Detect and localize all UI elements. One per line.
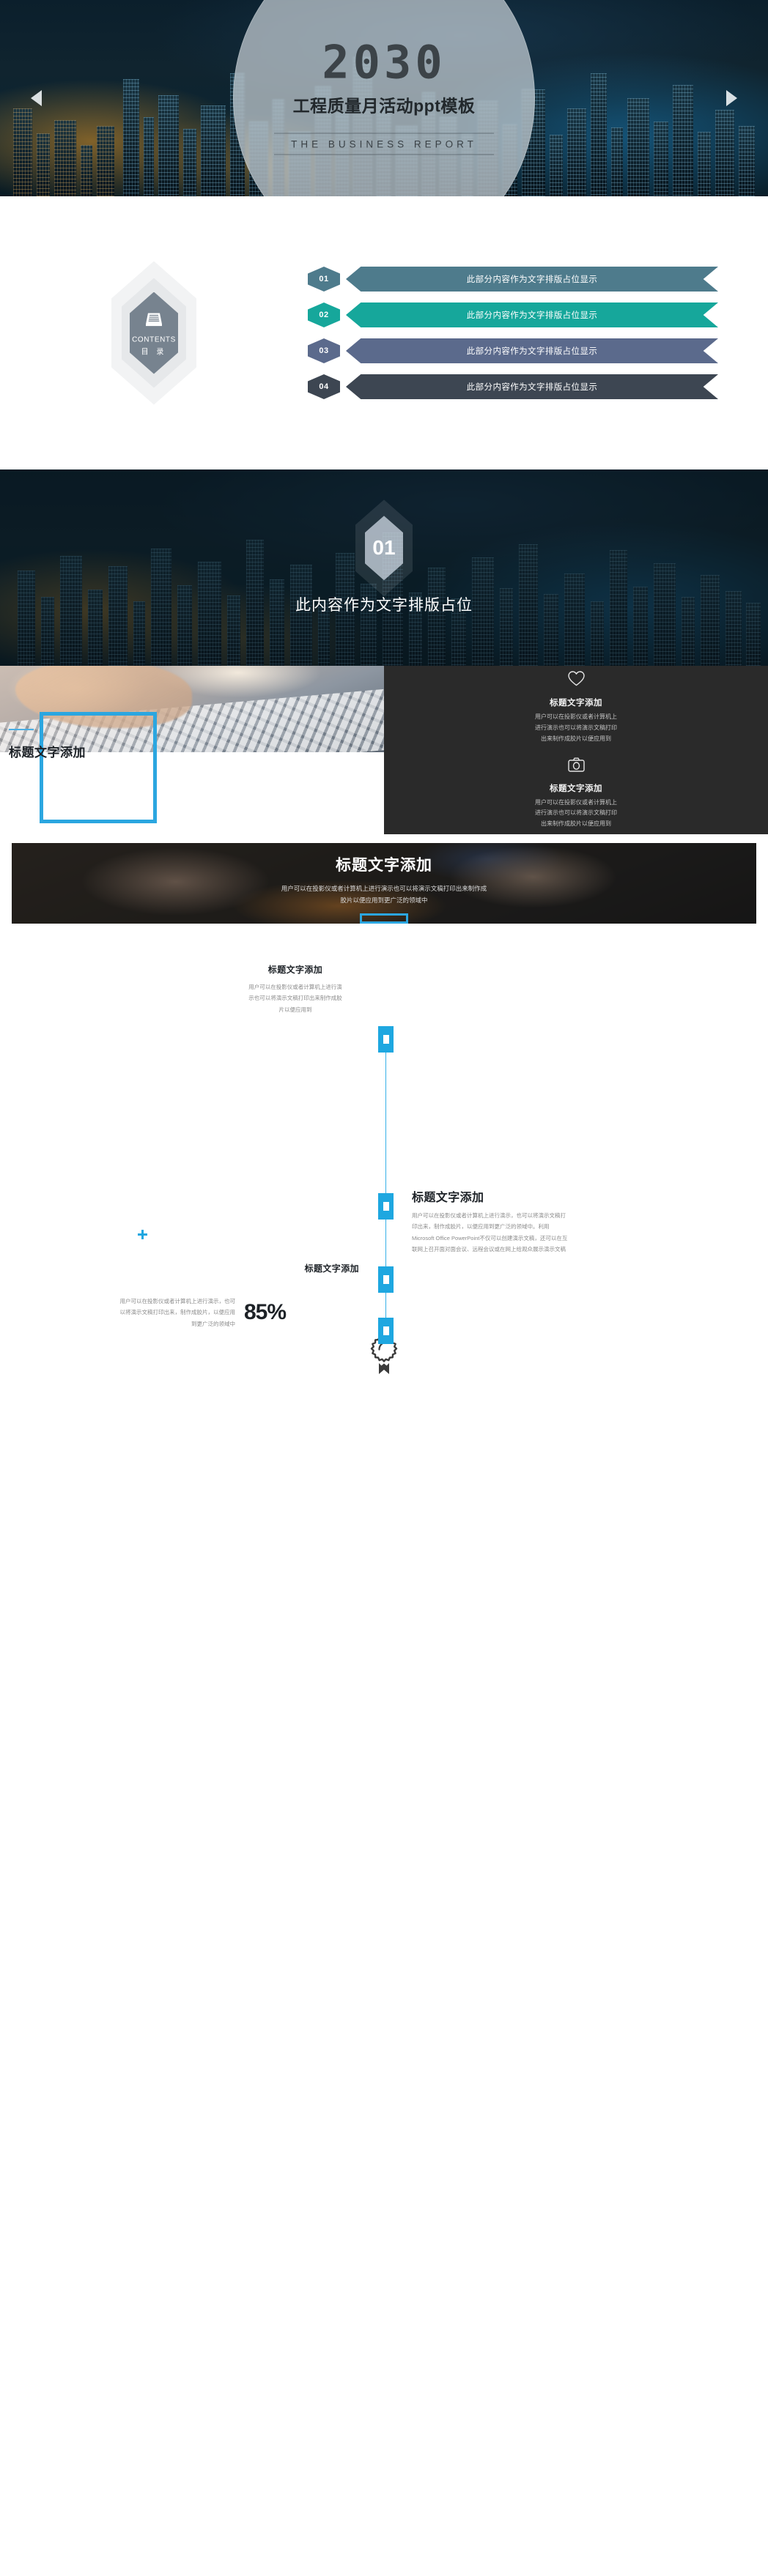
timeline-marker-2[interactable] [378,1193,394,1220]
presentation-deck: 2030 工程质量月活动ppt模板 THE BUSINESS REPORT CO… [0,0,768,1392]
cover-subtitle: THE BUSINESS REPORT [274,133,494,155]
feature-title: 标题文字添加 [550,784,602,793]
contents-badge: CONTENTS 目 录 [0,196,308,469]
cover-year: 2030 [322,35,446,89]
split-left-panel: 标题文字添加 [0,666,384,834]
blue-frame [40,712,157,823]
banner-desc: 用户可以在投影仪或者计算机上进行演示也可以将演示文稿打印出来制作成 胶片以便应用… [281,885,487,905]
timeline-entry-2: 标题文字添加 用户可以在投影仪或者计算机上进行演示，也可以将演示文稿打 印出来，… [412,1187,695,1255]
timeline-entry-desc: 用户可以在投影仪或者计算机上进行演示，也可 以将演示文稿打印出来，制作成胶片，以… [119,1298,235,1327]
timeline-entry-3-title: 标题文字添加 [220,1262,359,1274]
timeline-entry-desc: 用户可以在投影仪或者计算机上进行演示，也可以将演示文稿打 印出来，制作成胶片，以… [412,1212,568,1253]
contents-list: 01 此部分内容作为文字排版占位显示 02 此部分内容作为文字排版占位显示 03… [308,267,718,399]
timeline-entry-title: 标题文字添加 [304,1263,359,1274]
contents-item-number: 01 [308,267,340,292]
cover-text-block: 2030 工程质量月活动ppt模板 THE BUSINESS REPORT [230,35,538,155]
banner-top-spacer [0,834,768,843]
contents-item-number: 03 [308,338,340,363]
contents-item-02[interactable]: 02 此部分内容作为文字排版占位显示 [308,302,718,327]
contents-item-label: 此部分内容作为文字排版占位显示 [346,267,718,292]
slide-section-divider: 01 此内容作为文字排版占位 [0,469,768,666]
contents-item-label: 此部分内容作为文字排版占位显示 [346,374,718,399]
timeline-entry-title: 标题文字添加 [267,965,323,975]
timeline-entry-title: 标题文字添加 [412,1192,484,1204]
contents-item-label: 此部分内容作为文字排版占位显示 [346,338,718,363]
contents-label-en: CONTENTS [132,335,176,344]
slide-split-feature: 标题文字添加 标题文字添加 用户可以在投影仪或者计算机上 进行演示也可以将演示文… [0,666,768,834]
contents-item-label: 此部分内容作为文字排版占位显示 [346,302,718,327]
split-right-panel: 标题文字添加 用户可以在投影仪或者计算机上 进行演示也可以将演示文稿打印 出来制… [384,666,768,834]
frame-accent-dash [9,729,34,730]
cover-title: 工程质量月活动ppt模板 [292,96,476,116]
timeline-entry-1: 标题文字添加 用户可以在投影仪或者计算机上进行演 示也可以将演示文稿打印出来制作… [220,963,371,1015]
banner-title: 标题文字添加 [336,857,432,874]
camera-icon [455,757,697,776]
contents-item-04[interactable]: 04 此部分内容作为文字排版占位显示 [308,374,718,399]
timeline-marker-1[interactable] [378,1026,394,1053]
section-number: 01 [372,536,396,560]
contents-label-cn: 目 录 [141,348,167,356]
slide-banner: 标题文字添加 用户可以在投影仪或者计算机上进行演示也可以将演示文稿打印出来制作成… [12,843,756,924]
slide-cover: 2030 工程质量月活动ppt模板 THE BUSINESS REPORT [0,0,768,196]
triangle-right-icon[interactable] [726,90,737,106]
banner-content: 标题文字添加 用户可以在投影仪或者计算机上进行演示也可以将演示文稿打印出来制作成… [12,843,756,924]
contents-core: CONTENTS 目 录 [121,310,187,356]
timeline-stat-value: 85% [243,1300,287,1325]
feature-desc: 用户可以在投影仪或者计算机上 进行演示也可以将演示文稿打印 出来制作成胶片以便应… [535,713,617,742]
timeline-marker-4[interactable] [378,1318,394,1344]
contents-item-03[interactable]: 03 此部分内容作为文字排版占位显示 [308,338,718,363]
contents-item-01[interactable]: 01 此部分内容作为文字排版占位显示 [308,267,718,292]
heart-icon [455,670,697,691]
slide-contents: CONTENTS 目 录 01 此部分内容作为文字排版占位显示 02 此部分内容… [0,196,768,469]
timeline-marker-3[interactable] [378,1266,394,1293]
plus-icon [138,1230,147,1239]
timeline-entry-3: 用户可以在投影仪或者计算机上进行演示，也可 以将演示文稿打印出来，制作成胶片，以… [66,1296,287,1329]
feature-desc: 用户可以在投影仪或者计算机上 进行演示也可以将演示文稿打印 出来制作成胶片以便应… [535,798,617,828]
feature-item-camera: 标题文字添加 用户可以在投影仪或者计算机上 进行演示也可以将演示文稿打印 出来制… [455,757,697,830]
file-box-icon [121,310,187,331]
contents-item-number: 02 [308,302,340,327]
section-caption: 此内容作为文字排版占位 [295,596,473,614]
feature-item-heart: 标题文字添加 用户可以在投影仪或者计算机上 进行演示也可以将演示文稿打印 出来制… [455,670,697,744]
frame-title: 标题文字添加 [9,746,86,760]
banner-cta-button[interactable] [360,913,408,924]
triangle-left-icon[interactable] [31,90,42,106]
timeline-entry-desc: 用户可以在投影仪或者计算机上进行演 示也可以将演示文稿打印出来制作成胶 片以便应… [248,984,342,1013]
contents-item-number: 04 [308,374,340,399]
slide-timeline: 标题文字添加 用户可以在投影仪或者计算机上进行演 示也可以将演示文稿打印出来制作… [0,924,768,1392]
feature-title: 标题文字添加 [550,699,602,708]
